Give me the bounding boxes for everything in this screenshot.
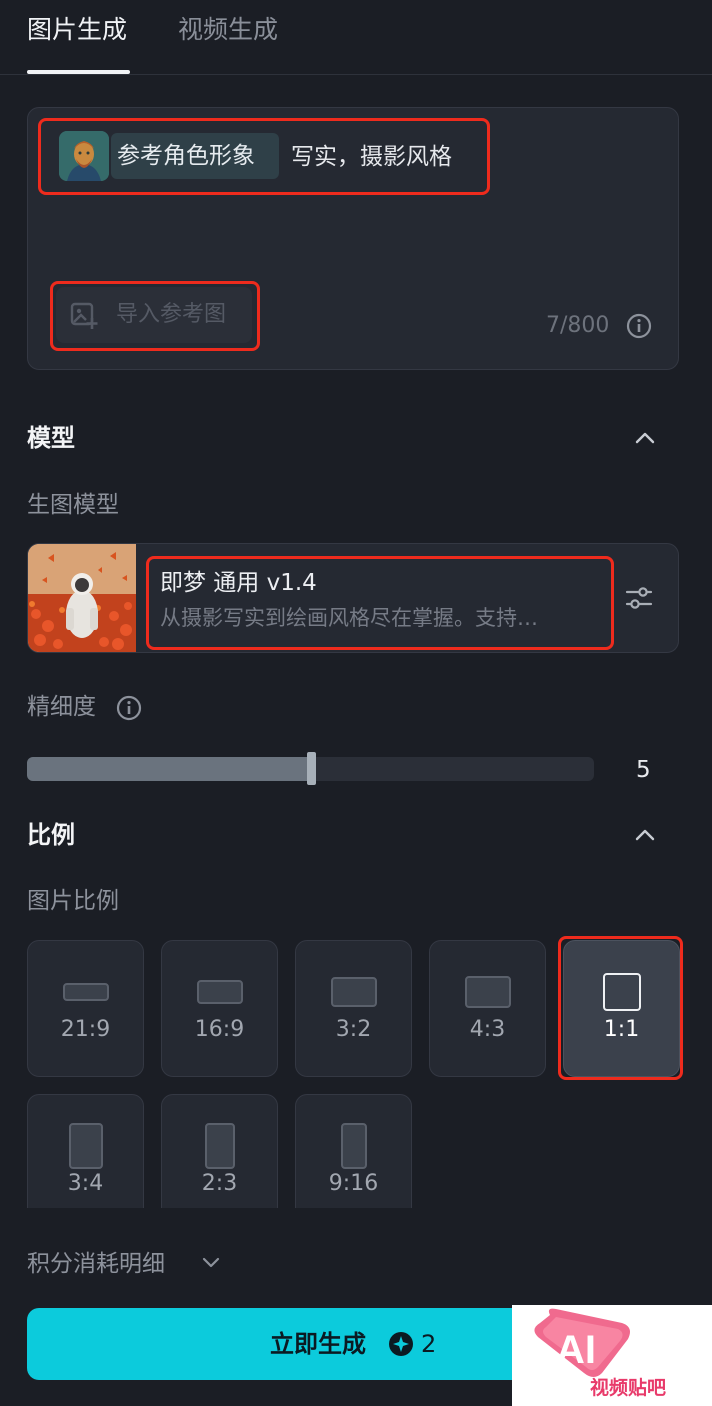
tabs-divider	[0, 74, 712, 75]
aspect-ratio-icon	[464, 976, 511, 1008]
chevron-down-icon[interactable]	[202, 1257, 220, 1269]
ratio-option-3-2[interactable]: 3:2	[295, 940, 412, 1077]
ratio-option-4-3[interactable]: 4:3	[429, 940, 546, 1077]
chevron-up-icon[interactable]	[634, 828, 656, 842]
chevron-up-icon[interactable]	[634, 431, 656, 445]
ratio-option-label: 21:9	[60, 1017, 111, 1042]
aspect-ratio-icon	[62, 983, 109, 1001]
points-icon	[389, 1332, 413, 1356]
aspect-ratio-icon	[340, 1123, 367, 1169]
ratio-option-label: 4:3	[469, 1017, 506, 1042]
image-model-label: 生图模型	[27, 492, 119, 518]
annotation-highlight-prompt	[38, 118, 490, 195]
tab-video-generation[interactable]: 视频生成	[178, 12, 278, 48]
points-consumption-details[interactable]: 积分消耗明细	[27, 1247, 165, 1281]
aspect-ratio-icon	[68, 1123, 103, 1169]
model-preview-image	[28, 544, 136, 652]
annotation-highlight-import	[50, 281, 260, 351]
character-count: 7/800	[546, 313, 610, 338]
detail-slider-handle[interactable]	[306, 752, 316, 785]
generate-label: 立即生成	[270, 1330, 366, 1358]
image-ratio-label: 图片比例	[27, 888, 119, 914]
ratio-section-title: 比例	[27, 821, 75, 849]
watermark-logo: AI 视频贴吧	[512, 1305, 712, 1406]
aspect-ratio-icon	[204, 1123, 235, 1169]
info-icon[interactable]	[626, 313, 652, 339]
detail-value: 5	[636, 757, 651, 783]
ratio-option-16-9[interactable]: 16:9	[161, 940, 278, 1077]
ratio-option-label: 3:4	[67, 1171, 104, 1196]
logo-lettering: AI	[556, 1328, 596, 1372]
ratio-option-label: 2:3	[201, 1171, 238, 1196]
adjust-settings-icon[interactable]	[624, 583, 654, 613]
model-section-title: 模型	[27, 424, 75, 452]
tab-image-generation[interactable]: 图片生成	[27, 12, 127, 48]
ratio-option-label: 16:9	[194, 1017, 245, 1042]
ratio-option-label: 9:16	[328, 1171, 379, 1196]
ratio-option-21-9[interactable]: 21:9	[27, 940, 144, 1077]
detail-label: 精细度	[27, 694, 96, 720]
annotation-highlight-model	[146, 556, 614, 650]
ratio-option-label: 3:2	[335, 1017, 372, 1042]
info-icon[interactable]	[116, 695, 142, 721]
generate-cost: 2	[421, 1330, 437, 1358]
watermark-text: 视频贴吧	[590, 1377, 667, 1399]
detail-slider-fill	[27, 757, 311, 781]
aspect-ratio-icon	[330, 977, 377, 1007]
aspect-ratio-icon	[196, 980, 243, 1004]
annotation-highlight-ratio	[558, 936, 683, 1080]
ai-logo-icon: AI	[534, 1308, 630, 1377]
ratio-grid-scroll-edge	[0, 1208, 712, 1244]
